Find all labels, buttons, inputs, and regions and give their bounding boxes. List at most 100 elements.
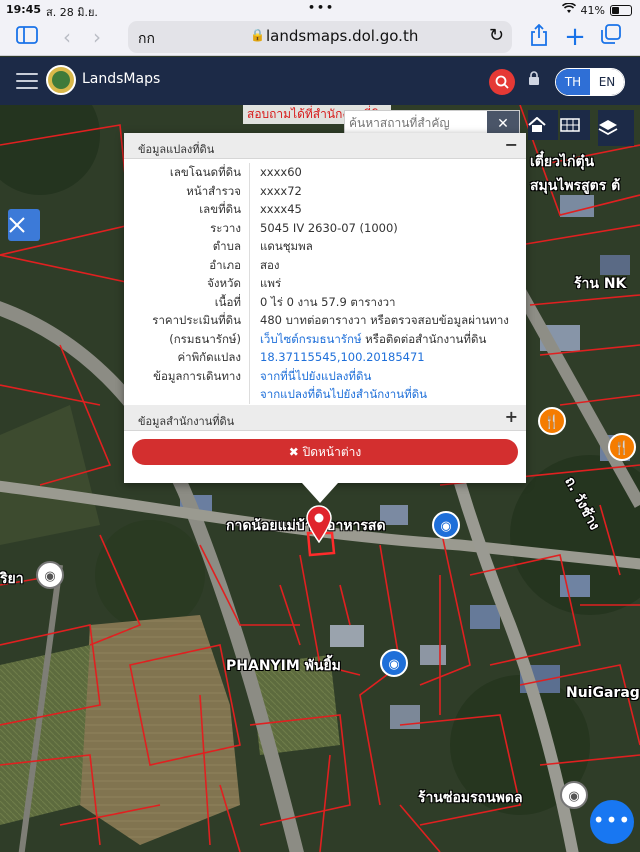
map-label-chicken: เตี๋ยวไก่ตุ๋น	[530, 154, 595, 170]
shop-poi-icon[interactable]: ◉	[432, 511, 460, 539]
search-icon[interactable]	[489, 69, 515, 95]
row-label: (กรมธนารักษ์)	[124, 329, 250, 348]
wifi-icon	[561, 2, 576, 17]
row-value: แดนชุมพล	[260, 239, 313, 253]
garage-poi-icon[interactable]: ◉	[560, 781, 588, 809]
parcel-info-title: ข้อมูลแปลงที่ดิน	[138, 143, 215, 156]
row-value: จากที่นี่ไปยังแปลงที่ดิน	[250, 367, 371, 386]
parcel-row: ตำบล แดนชุมพล	[124, 237, 526, 256]
map-label-shop-nk: ร้าน NK	[574, 276, 627, 292]
office-info-title: ข้อมูลสำนักงานที่ดิน	[138, 415, 235, 428]
reader-button[interactable]: กก	[138, 28, 155, 50]
parcel-row: เลขที่ดิน xxxx45	[124, 200, 526, 219]
reload-icon[interactable]: ↻	[489, 25, 504, 46]
parcel-row-coordinates: ค่าพิกัดแปลง 18.37115545,100.20185471	[124, 348, 526, 367]
map-label-phanyim: PHANYIM พันยิ้ม	[226, 658, 341, 674]
parcel-row: ราคาประเมินที่ดิน 480 บาทต่อตารางวา หรือต…	[124, 311, 526, 330]
lang-en-button[interactable]: EN	[590, 69, 624, 95]
coordinates-link[interactable]: 18.37115545,100.20185471	[260, 350, 425, 364]
row-label: ราคาประเมินที่ดิน	[124, 311, 250, 330]
map-label-herb: สมุนไพรสูตร ต้	[530, 178, 621, 194]
new-tab-icon[interactable]: +	[562, 24, 588, 50]
status-time: 19:45	[6, 3, 42, 16]
row-value: 5045 IV 2630-07 (1000)	[260, 220, 398, 235]
row-label: เนื้อที่	[124, 292, 250, 311]
battery-percent: 41%	[580, 3, 605, 17]
more-options-icon[interactable]: •••	[590, 800, 634, 844]
grid-icon[interactable]	[560, 110, 590, 140]
row-label: ค่าพิกัดแปลง	[124, 348, 250, 367]
location-pin-icon[interactable]	[305, 505, 333, 543]
parcel-row: จังหวัด แพร่	[124, 274, 526, 293]
row-value: 18.37115545,100.20185471	[250, 348, 425, 367]
lang-th-button[interactable]: TH	[556, 69, 590, 95]
close-window-button[interactable]: ✖ ปิดหน้าต่าง	[132, 439, 518, 465]
multitask-dots[interactable]: •••	[308, 1, 335, 14]
parcel-info-header[interactable]: ข้อมูลแปลงที่ดิน −	[124, 133, 526, 159]
map-label-repair-shop: ร้านซ่อมรถนพดล	[418, 790, 523, 806]
parcel-row: เนื้อที่ 0 ไร่ 0 งาน 57.9 ตารางวา	[124, 292, 526, 311]
back-icon[interactable]: ‹	[54, 24, 80, 50]
status-bar: 19:45 ส. 28 มิ.ย. ••• 41%	[0, 0, 640, 19]
row-value: 480 บาทต่อตารางวา หรือตรวจสอบข้อมูลผ่านท…	[260, 313, 509, 327]
parcel-row: อำเภอ สอง	[124, 255, 526, 274]
route-to-parcel-link[interactable]: จากที่นี่ไปยังแปลงที่ดิน	[260, 369, 371, 383]
map-view[interactable]: สอบถามได้ที่สำนักงานที่ดิน ✕ เตี๋ยวไก่ตุ…	[0, 105, 640, 852]
map-label-left: ริยา	[0, 571, 24, 587]
parcel-info-rows: เลขโฉนดที่ดิน xxxx60 หน้าสำรวจ xxxx72 เลขท…	[124, 159, 526, 406]
row-value: จากแปลงที่ดินไปยังสำนักงานที่ดิน	[250, 385, 427, 404]
treasury-link[interactable]: เว็บไซต์กรมธนารักษ์	[260, 332, 362, 346]
restaurant-poi-icon-2[interactable]: 🍴	[608, 433, 636, 461]
parcel-row-travel: ข้อมูลการเดินทาง จากที่นี่ไปยังแปลงที่ดิ…	[124, 366, 526, 386]
share-icon[interactable]	[526, 23, 552, 50]
row-label	[124, 385, 250, 404]
row-value: xxxx72	[260, 183, 302, 198]
expand-icon[interactable]: +	[505, 407, 518, 426]
parcel-row: หน้าสำรวจ xxxx72	[124, 181, 526, 200]
lock-icon: 🔒	[250, 28, 265, 42]
row-value: 0 ไร่ 0 งาน 57.9 ตารางวา	[260, 294, 396, 309]
parcel-row-treasury: (กรมธนารักษ์) เว็บไซต์กรมธนารักษ์ หรือติ…	[124, 329, 526, 349]
parcel-row: ระวาง 5045 IV 2630-07 (1000)	[124, 218, 526, 237]
battery-icon	[610, 4, 632, 16]
menu-icon[interactable]	[16, 73, 38, 89]
address-bar[interactable]: กก 🔒 landsmaps.dol.go.th ↻	[128, 21, 512, 53]
language-toggle[interactable]: TH EN	[555, 68, 625, 96]
row-value: เว็บไซต์กรมธนารักษ์ หรือติดต่อสำนักงานที…	[250, 330, 486, 349]
collapse-icon[interactable]: −	[505, 135, 518, 154]
row-label: เลขโฉนดที่ดิน	[124, 163, 250, 182]
row-label: ตำบล	[124, 237, 250, 256]
row-label: อำเภอ	[124, 255, 250, 274]
tabs-icon[interactable]	[598, 24, 624, 50]
parcel-row-travel-2: จากแปลงที่ดินไปยังสำนักงานที่ดิน	[124, 385, 526, 404]
parcel-info-panel: ข้อมูลแปลงที่ดิน − เลขโฉนดที่ดิน xxxx60 ห…	[124, 133, 526, 503]
row-label: ข้อมูลการเดินทาง	[124, 366, 250, 385]
route-to-office-link[interactable]: จากแปลงที่ดินไปยังสำนักงานที่ดิน	[260, 387, 427, 401]
measure-tool-icon[interactable]	[8, 209, 40, 241]
status-right: 41%	[561, 2, 632, 17]
layers-icon[interactable]	[598, 110, 634, 146]
row-value: แพร่	[260, 276, 282, 290]
browser-toolbar: ‹ › กก 🔒 landsmaps.dol.go.th ↻ +	[0, 18, 640, 56]
row-value: xxxx60	[260, 165, 302, 179]
row-label: หน้าสำรวจ	[124, 181, 250, 200]
url-text[interactable]: landsmaps.dol.go.th	[266, 27, 418, 45]
app-header: LandsMaps TH EN	[0, 57, 640, 105]
row-label: ระวาง	[124, 218, 250, 237]
treasury-suffix: หรือติดต่อสำนักงานที่ดิน	[361, 331, 487, 346]
sidebar-icon[interactable]	[14, 24, 40, 50]
row-label: เลขที่ดิน	[124, 200, 250, 219]
parcel-row: เลขโฉนดที่ดิน xxxx60	[124, 163, 526, 182]
forward-icon[interactable]: ›	[84, 24, 110, 50]
map-label-nuigarage: NuiGarage	[566, 685, 640, 701]
place-search-input[interactable]	[345, 111, 487, 135]
home-icon[interactable]	[528, 110, 558, 140]
restaurant-poi-icon[interactable]: 🍴	[538, 407, 566, 435]
close-icon[interactable]: ✕	[487, 111, 519, 135]
row-value: xxxx45	[260, 202, 302, 216]
place-poi-icon[interactable]: ◉	[36, 561, 64, 589]
store-poi-icon[interactable]: ◉	[380, 649, 408, 677]
row-value: สอง	[260, 257, 280, 272]
office-info-header[interactable]: ข้อมูลสำนักงานที่ดิน +	[124, 405, 526, 431]
lock-icon[interactable]	[528, 71, 540, 90]
